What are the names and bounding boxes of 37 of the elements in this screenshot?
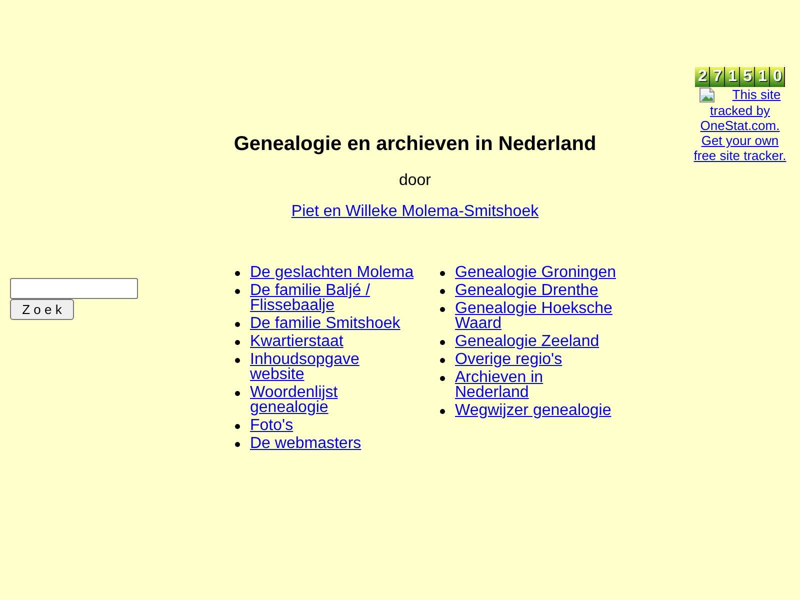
bullet-icon <box>235 322 240 327</box>
menu-link[interactable]: Kwartierstaat <box>250 334 344 349</box>
menu-link[interactable]: Wegwijzer genealogie <box>455 403 612 418</box>
bullet-icon <box>235 289 240 294</box>
menu-link[interactable]: Woordenlijst genealogie <box>250 385 415 415</box>
broken-image-icon <box>699 87 716 103</box>
bullet-icon <box>235 424 240 429</box>
menu-link[interactable]: Archieven in Nederland <box>455 370 620 400</box>
menu-link[interactable]: Inhoudsopgave website <box>250 352 415 382</box>
menu-link[interactable]: Genealogie Drenthe <box>455 283 598 298</box>
search-field[interactable] <box>10 278 138 299</box>
bullet-icon <box>440 289 445 294</box>
page-title: Genealogie en archieven in Nederland <box>234 132 596 156</box>
menu-link[interactable]: De familie Smitshoek <box>250 316 400 331</box>
byline-text: door <box>398 172 432 190</box>
bullet-icon <box>440 307 445 312</box>
menu-link[interactable]: De geslachten Molema <box>250 265 414 280</box>
menu-link[interactable]: Overige regio's <box>455 352 562 367</box>
bullet-icon <box>235 271 240 276</box>
bullet-icon <box>440 409 445 414</box>
bullet-icon <box>440 340 445 345</box>
bullet-icon <box>235 340 240 345</box>
bullet-icon <box>235 358 240 363</box>
menu-link[interactable]: Genealogie Zeeland <box>455 334 600 349</box>
bullet-icon <box>235 442 240 447</box>
menu-link[interactable]: Genealogie Groningen <box>455 265 616 280</box>
menu-link[interactable]: De familie Baljé / Flissebaalje <box>250 283 415 313</box>
bullet-icon <box>440 358 445 363</box>
menu-link[interactable]: Genealogie Hoeksche Waard <box>455 301 620 331</box>
bullet-icon <box>440 376 445 381</box>
menu-link[interactable]: Foto's <box>250 418 294 433</box>
tracker-link[interactable]: This site tracked by OneStat.com. Get your own free site tracker. <box>690 87 790 163</box>
menu-link[interactable]: De webmasters <box>250 436 362 451</box>
author-link[interactable]: Piet en Willeke Molema-Smitshoek <box>291 203 539 221</box>
bullet-icon <box>440 271 445 276</box>
search-button[interactable]: Z o e k <box>10 299 74 320</box>
bullet-icon <box>235 391 240 396</box>
